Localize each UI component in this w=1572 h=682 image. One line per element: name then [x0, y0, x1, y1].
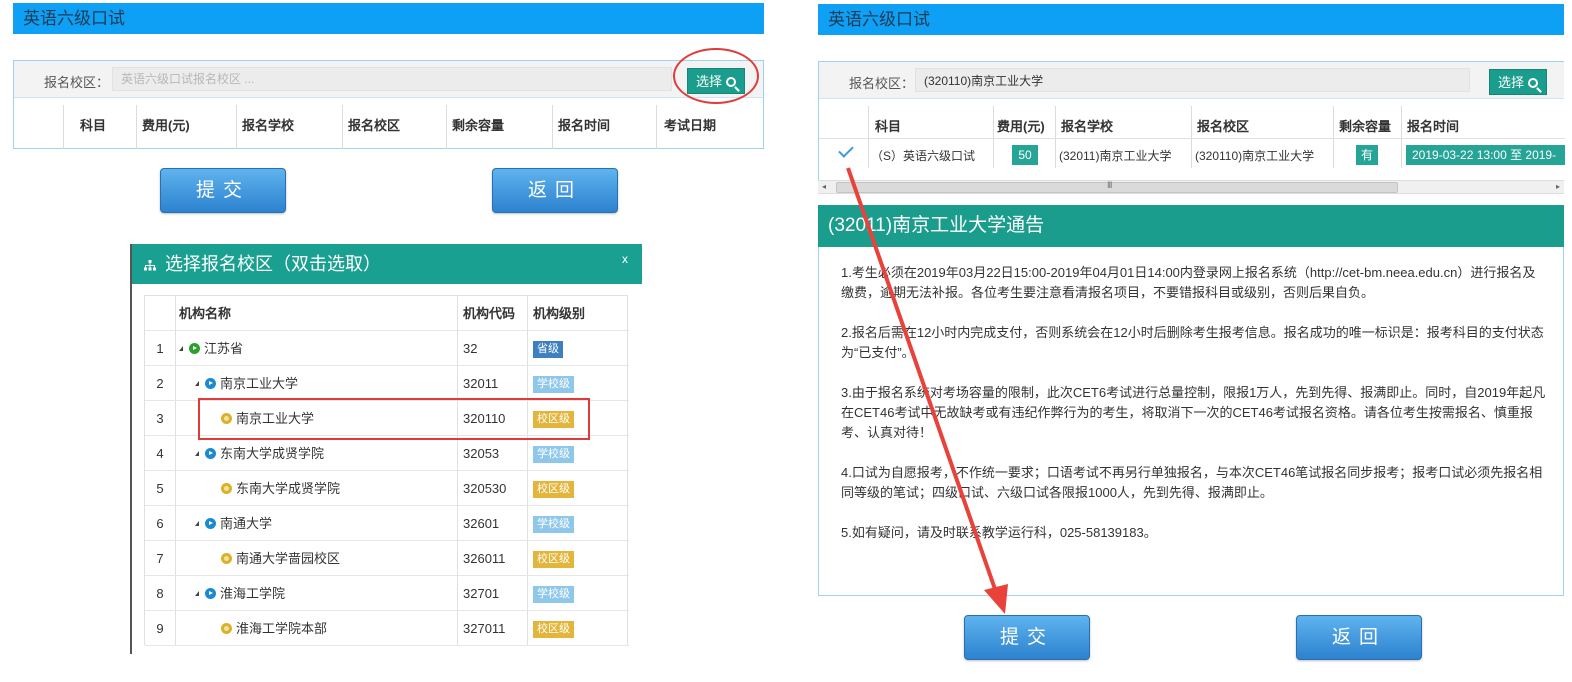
red-arrow-annotation [846, 167, 1008, 614]
arrow-shaft [846, 167, 998, 593]
arrow-head [984, 584, 1008, 614]
